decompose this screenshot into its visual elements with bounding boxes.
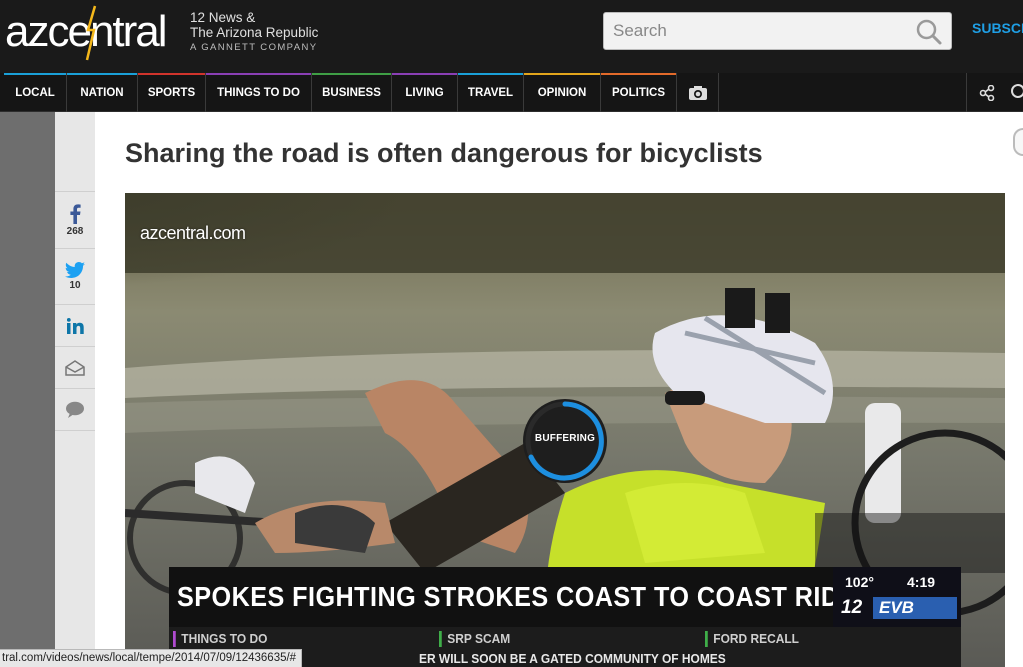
search-icon[interactable]: [915, 18, 943, 46]
page-root: azcentral 12 News & The Arizona Republic…: [0, 0, 1023, 667]
time-readout: 4:19: [907, 574, 936, 590]
twitter-share-button[interactable]: 10: [55, 249, 95, 305]
share-rail: 268 10: [55, 112, 95, 667]
nav-item-label: THINGS TO DO: [217, 86, 300, 99]
nav-color-bar: [4, 73, 66, 75]
nav-color-bar: [312, 73, 391, 75]
publisher-line-1: 12 News &: [190, 10, 256, 25]
station-tag: EVB: [873, 597, 957, 619]
side-panel-handle[interactable]: [1013, 128, 1023, 156]
subscribe-link[interactable]: SUBSCR: [972, 20, 1023, 36]
comment-icon: [66, 401, 84, 418]
email-icon: [65, 359, 85, 376]
left-gutter: [0, 112, 55, 667]
nav-item-travel[interactable]: TRAVEL: [458, 73, 524, 112]
temperature-readout: 102°: [845, 574, 874, 590]
nav-item-label: POLITICS: [611, 86, 666, 99]
nav-search-button[interactable]: [1006, 73, 1023, 112]
nav-color-bar: [458, 73, 523, 75]
video-watermark: azcentral.com: [140, 223, 246, 243]
nav-color-bar: [67, 73, 137, 75]
search-icon: [1011, 84, 1023, 98]
twitter-share-count: 10: [69, 280, 81, 291]
publisher-line-3: A GANNETT COMPANY: [190, 42, 318, 53]
search-box: [603, 12, 952, 50]
nav-color-bar: [138, 73, 205, 75]
nav-item-politics[interactable]: POLITICS: [601, 73, 677, 112]
facebook-icon: [70, 203, 81, 224]
site-header: azcentral 12 News & The Arizona Republic…: [0, 0, 1023, 73]
linkedin-share-button[interactable]: [55, 305, 95, 347]
nav-color-bar: [524, 73, 600, 75]
publisher-line-2: The Arizona Republic: [190, 25, 319, 40]
nav-item-label: BUSINESS: [322, 86, 381, 99]
nav-color-bar: [206, 73, 311, 75]
nav-item-label: LIVING: [405, 86, 444, 99]
nav-item-photos[interactable]: [677, 73, 719, 112]
publisher-block: 12 News & The Arizona Republic A GANNETT…: [190, 10, 318, 53]
facebook-share-count: 268: [66, 225, 84, 237]
nav-color-bar: [601, 73, 676, 75]
nav-item-nation[interactable]: NATION: [67, 73, 138, 112]
article-headline: Sharing the road is often dangerous for …: [125, 138, 763, 168]
buffering-label: BUFFERING: [534, 433, 596, 444]
logo-sun-icon: [85, 5, 97, 61]
email-share-button[interactable]: [55, 347, 95, 389]
ticker-topic: SRP SCAM: [439, 631, 510, 647]
nav-item-label: OPINION: [537, 86, 587, 99]
nav-item-label: NATION: [80, 86, 124, 99]
main-nav: LOCAL NATION SPORTS THINGS TO DO BUSINES…: [0, 73, 1023, 112]
nav-share-button[interactable]: [966, 73, 1006, 112]
comment-share-button[interactable]: [55, 389, 95, 431]
ticker-topic: FORD RECALL: [705, 631, 799, 647]
ticker-topic: THINGS TO DO: [173, 631, 267, 647]
azcentral-logo[interactable]: azcentral: [5, 5, 168, 61]
lower-third-title: SPOKES FIGHTING STROKES COAST TO COAST R…: [177, 581, 857, 612]
ticker-crawl-text: ER WILL SOON BE A GATED COMMUNITY OF HOM…: [419, 651, 726, 666]
share-icon: [979, 84, 994, 101]
nav-item-label: TRAVEL: [467, 86, 514, 99]
nav-color-bar: [392, 73, 457, 75]
nav-item-things-to-do[interactable]: THINGS TO DO: [206, 73, 312, 112]
nav-item-business[interactable]: BUSINESS: [312, 73, 392, 112]
nav-item-opinion[interactable]: OPINION: [524, 73, 601, 112]
facebook-share-button[interactable]: 268: [55, 192, 95, 249]
search-input[interactable]: [604, 13, 904, 49]
nav-item-label: LOCAL: [15, 86, 55, 99]
buffering-indicator: BUFFERING: [521, 397, 609, 485]
nav-item-label: SPORTS: [147, 86, 196, 99]
news-lower-third: SPOKES FIGHTING STROKES COAST TO COAST R…: [169, 567, 961, 627]
nav-item-living[interactable]: LIVING: [392, 73, 458, 112]
nav-item-sports[interactable]: SPORTS: [138, 73, 206, 112]
camera-icon: [688, 85, 707, 100]
nav-item-local[interactable]: LOCAL: [4, 73, 67, 112]
twitter-icon: [65, 262, 85, 278]
linkedin-icon: [66, 317, 84, 334]
channel-number: 12: [841, 597, 863, 618]
share-rail-top: [55, 112, 95, 192]
browser-status-url: tral.com/videos/news/local/tempe/2014/07…: [0, 649, 303, 667]
station-bug: 102° 4:19 12 EVB: [833, 567, 961, 627]
video-player[interactable]: azcentral.com BUFFERING SPOKES FIGHTING …: [125, 193, 1005, 667]
